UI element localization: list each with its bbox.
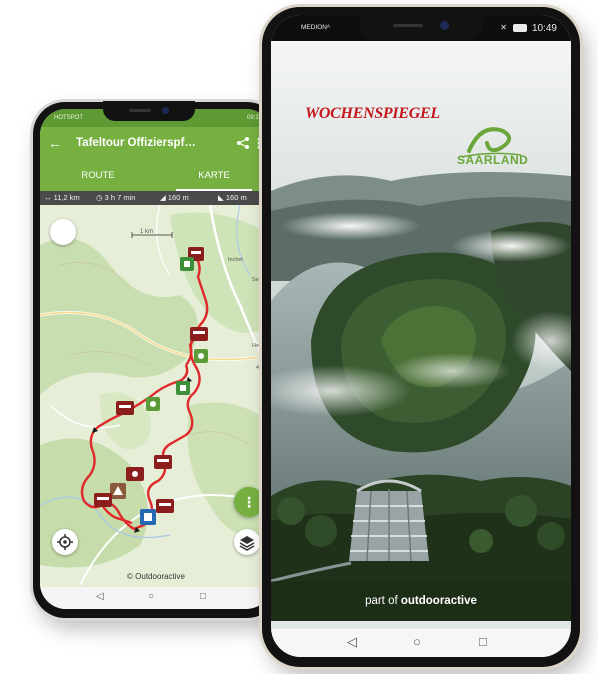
page-title: Tafeltour Offizierspf…: [76, 137, 196, 149]
right-phone-screen: MEDIONᴬ ✕ 10:49 WOCHENSPIEGEL SAARLAND p…: [271, 15, 571, 657]
nav-home-button[interactable]: ○: [413, 634, 421, 649]
poi-bench[interactable]: [94, 493, 112, 507]
speaker: [393, 24, 423, 27]
front-camera: [440, 21, 449, 30]
stat-duration: ◷ 3 h 7 min: [96, 193, 136, 202]
nav-recent-button[interactable]: □: [200, 591, 206, 602]
right-phone: MEDIONᴬ ✕ 10:49 WOCHENSPIEGEL SAARLAND p…: [262, 7, 580, 667]
map-view[interactable]: 1 km Inchel Selt Hebl 440 ⋮ © Outdooract…: [40, 205, 272, 587]
poi-hut[interactable]: [110, 483, 126, 499]
left-phone-screen: HOTSPOT 09:14 ← Tafeltour Offizierspf… ⋮…: [40, 109, 272, 609]
tagline-prefix: part of: [365, 595, 401, 607]
system-nav-bar: ◁ ○ □: [271, 629, 571, 657]
battery-icon: [513, 24, 527, 32]
poi-bench[interactable]: [126, 467, 144, 481]
app-bar: ← Tafeltour Offizierspf… ⋮: [40, 127, 272, 161]
system-nav-bar: ◁ ○ □: [40, 587, 272, 609]
more-actions-fab[interactable]: ⋮: [234, 487, 264, 517]
stats-bar: ↔ 11,2 km ◷ 3 h 7 min ◢ 160 m ◣ 160 m: [40, 191, 272, 205]
tagline-brand: outdooractive: [400, 595, 477, 607]
map-copyright: © Outdooractive: [127, 572, 185, 581]
arrow-left-icon[interactable]: ←: [48, 135, 62, 151]
tab-karte-label: KARTE: [198, 170, 230, 181]
front-camera: [162, 107, 169, 114]
left-phone: HOTSPOT 09:14 ← Tafeltour Offizierspf… ⋮…: [33, 101, 279, 618]
poi-viewpoint[interactable]: [146, 397, 160, 411]
nav-back-button[interactable]: ◁: [347, 634, 357, 650]
splash-screen: WOCHENSPIEGEL SAARLAND part of outdoorac…: [271, 41, 571, 629]
nav-home-button[interactable]: ○: [148, 591, 154, 602]
nav-recent-button[interactable]: □: [479, 634, 487, 649]
poi-viewpoint[interactable]: [194, 349, 208, 363]
place-label: Selt: [252, 277, 262, 283]
carrier-label: HOTSPOT: [54, 115, 84, 121]
carrier-label: MEDIONᴬ: [301, 24, 330, 31]
poi-bench[interactable]: [190, 327, 208, 341]
phone-notch: [103, 101, 195, 121]
poi-bench[interactable]: [154, 455, 172, 469]
clock: 10:49: [531, 23, 557, 34]
tab-route-label: ROUTE: [81, 170, 115, 181]
tab-route[interactable]: ROUTE: [40, 161, 156, 191]
poi-bench[interactable]: [116, 401, 134, 415]
layers-icon: [239, 536, 255, 551]
speaker: [129, 109, 151, 112]
saarland-wordmark: SAARLAND: [457, 153, 529, 167]
tab-karte[interactable]: KARTE: [156, 161, 272, 191]
outdooractive-tagline: part of outdooractive: [271, 595, 571, 607]
mute-icon: ✕: [500, 23, 507, 32]
compass-icon: [59, 228, 67, 236]
poi-nature[interactable]: [180, 257, 194, 271]
share-icon[interactable]: [236, 136, 250, 150]
clock: 09:14: [246, 115, 262, 121]
stat-distance: ↔ 11,2 km: [44, 193, 80, 202]
wochenspiegel-logo: WOCHENSPIEGEL: [305, 105, 440, 122]
layers-button[interactable]: [234, 529, 260, 555]
map-scale-label: 1 km: [140, 229, 154, 235]
stat-descent: ◣ 160 m: [218, 193, 247, 202]
locate-button[interactable]: [52, 529, 78, 555]
saarland-logo: SAARLAND: [451, 121, 531, 181]
poi-nature[interactable]: [176, 381, 190, 395]
stat-ascent: ◢ 160 m: [160, 193, 189, 202]
locate-icon: [57, 534, 73, 550]
poi-bench[interactable]: [156, 499, 174, 513]
compass-button[interactable]: [50, 219, 76, 245]
poi-info[interactable]: [140, 509, 156, 525]
phone-notch: [359, 15, 483, 40]
nav-back-button[interactable]: ◁: [96, 591, 104, 602]
place-label: Inchel: [228, 257, 243, 263]
tab-bar: ROUTE KARTE: [40, 161, 272, 191]
